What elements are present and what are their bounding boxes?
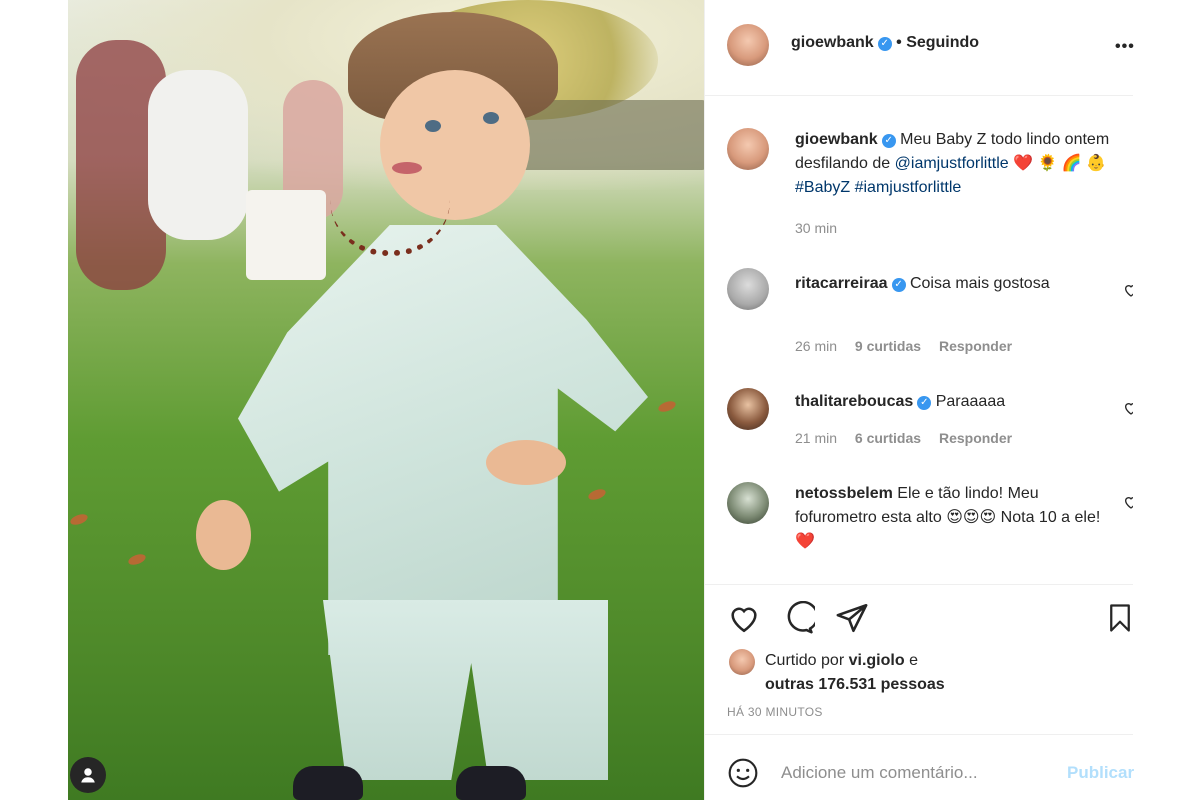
photo-background-bag [246,190,326,280]
caption-time[interactable]: 30 min [795,220,837,236]
likes-others-link[interactable]: outras 176.531 pessoas [765,676,945,693]
post-photo[interactable] [68,0,704,800]
publish-button[interactable]: Publicar [1067,763,1134,783]
verified-badge-icon: ✓ [891,278,906,292]
like-heart-icon[interactable] [727,601,761,635]
photo-baby-mouth [392,162,422,174]
likes-summary: Curtido por vi.giolo e outras 176.531 pe… [765,649,1065,697]
comment-username[interactable]: ritacarreiraa [795,275,888,292]
caption-username[interactable]: gioewbank [795,131,878,148]
photo-baby-shirt [238,225,648,655]
post-side-panel: gioewbank ✓ • Seguindo ••• gioewbank ✓ Meu… [704,0,1135,801]
comment-body: Paraaaaa [935,393,1006,410]
comment-text: thalitareboucas ✓ Paraaaaa [795,390,1115,414]
comment-input[interactable]: Adicione um comentário... [781,763,978,783]
comment-avatar[interactable] [727,482,769,524]
photo-leaf [587,487,607,502]
author-info: gioewbank ✓ • Seguindo [791,34,979,52]
comment-text: netossbelem Ele e tão lindo! Meu fofurom… [795,482,1105,554]
photo-baby-face [380,70,530,220]
verified-badge-icon: ✓ [917,396,932,410]
comment-meta: 21 min 6 curtidas Responder [795,430,1026,446]
comment-body: Coisa mais gostosa [909,275,1050,292]
photo-baby-hand [196,500,251,570]
comment-likes[interactable]: 9 curtidas [855,338,921,354]
more-options-icon[interactable]: ••• [1115,38,1135,56]
author-avatar[interactable] [727,24,769,66]
emoji-icon[interactable] [727,757,759,789]
verified-badge-icon: ✓ [881,134,896,148]
post-actions: Curtido por vi.giolo e outras 176.531 pe… [705,584,1133,735]
photo-leaf [657,399,677,414]
tagged-user-icon[interactable] [70,757,106,793]
photo-baby-hand [486,440,566,485]
photo-background-child [148,70,248,240]
comment-item: netossbelem Ele e tão lindo! Meu fofurom… [727,482,1133,583]
caption-meta: 30 min [795,220,851,236]
photo-baby-pants [323,600,608,780]
comments-list[interactable]: gioewbank ✓ Meu Baby Z todo lindo ontem d… [705,96,1133,583]
author-username[interactable]: gioewbank [791,34,874,51]
photo-baby-shoe [293,766,363,800]
comment-reply-button[interactable]: Responder [939,430,1012,446]
comment-likes[interactable]: 6 curtidas [855,430,921,446]
user-silhouette-icon [81,768,95,783]
comment-time[interactable]: 26 min [795,338,837,354]
caption-hashtags[interactable]: #BabyZ #iamjustforlittle [795,179,961,196]
comment-avatar[interactable] [727,268,769,310]
comment-username[interactable]: netossbelem [795,485,893,502]
caption-text: gioewbank ✓ Meu Baby Z todo lindo ontem d… [795,128,1115,200]
post-header: gioewbank ✓ • Seguindo ••• [705,0,1135,96]
caption-avatar[interactable] [727,128,769,170]
caption-mention-link[interactable]: @iamjustforlittle [895,155,1009,172]
photo-leaf [69,512,89,527]
caption-emojis: ❤️ 🌻 🌈 👶 [1013,155,1107,172]
comment-bubble-icon[interactable] [781,601,815,635]
photo-baby-eye [425,120,441,132]
comment-reply-button[interactable]: Responder [939,338,1012,354]
photo-baby-eye [483,112,499,124]
caption: gioewbank ✓ Meu Baby Z todo lindo ontem d… [727,128,1127,248]
follow-status[interactable]: • Seguindo [896,34,979,51]
add-comment-bar: Adicione um comentário... Publicar [705,734,1134,801]
comment-like-heart-icon[interactable] [1123,400,1133,416]
comment-like-heart-icon[interactable] [1123,494,1133,510]
liker-avatar[interactable] [729,649,755,675]
comment-item: thalitareboucas ✓ Paraaaaa 21 min 6 curti… [727,388,1133,458]
likes-prefix: Curtido por [765,652,845,669]
share-paper-plane-icon[interactable] [835,601,869,635]
comment-meta: 26 min 9 curtidas Responder [795,338,1026,354]
comment-text: ritacarreiraa ✓ Coisa mais gostosa [795,272,1115,296]
likes-connector: e [909,652,918,669]
post-timestamp[interactable]: HÁ 30 MINUTOS [727,705,823,719]
photo-leaf [127,552,147,567]
comment-like-heart-icon[interactable] [1123,282,1133,298]
comment-avatar[interactable] [727,388,769,430]
comment-username[interactable]: thalitareboucas [795,393,913,410]
comment-time[interactable]: 21 min [795,430,837,446]
likes-user-link[interactable]: vi.giolo [849,652,905,669]
save-bookmark-icon[interactable] [1105,601,1135,635]
photo-baby-shoe [456,766,526,800]
comment-item: ritacarreiraa ✓ Coisa mais gostosa 26 min… [727,268,1133,363]
verified-badge-icon: ✓ [877,37,892,51]
